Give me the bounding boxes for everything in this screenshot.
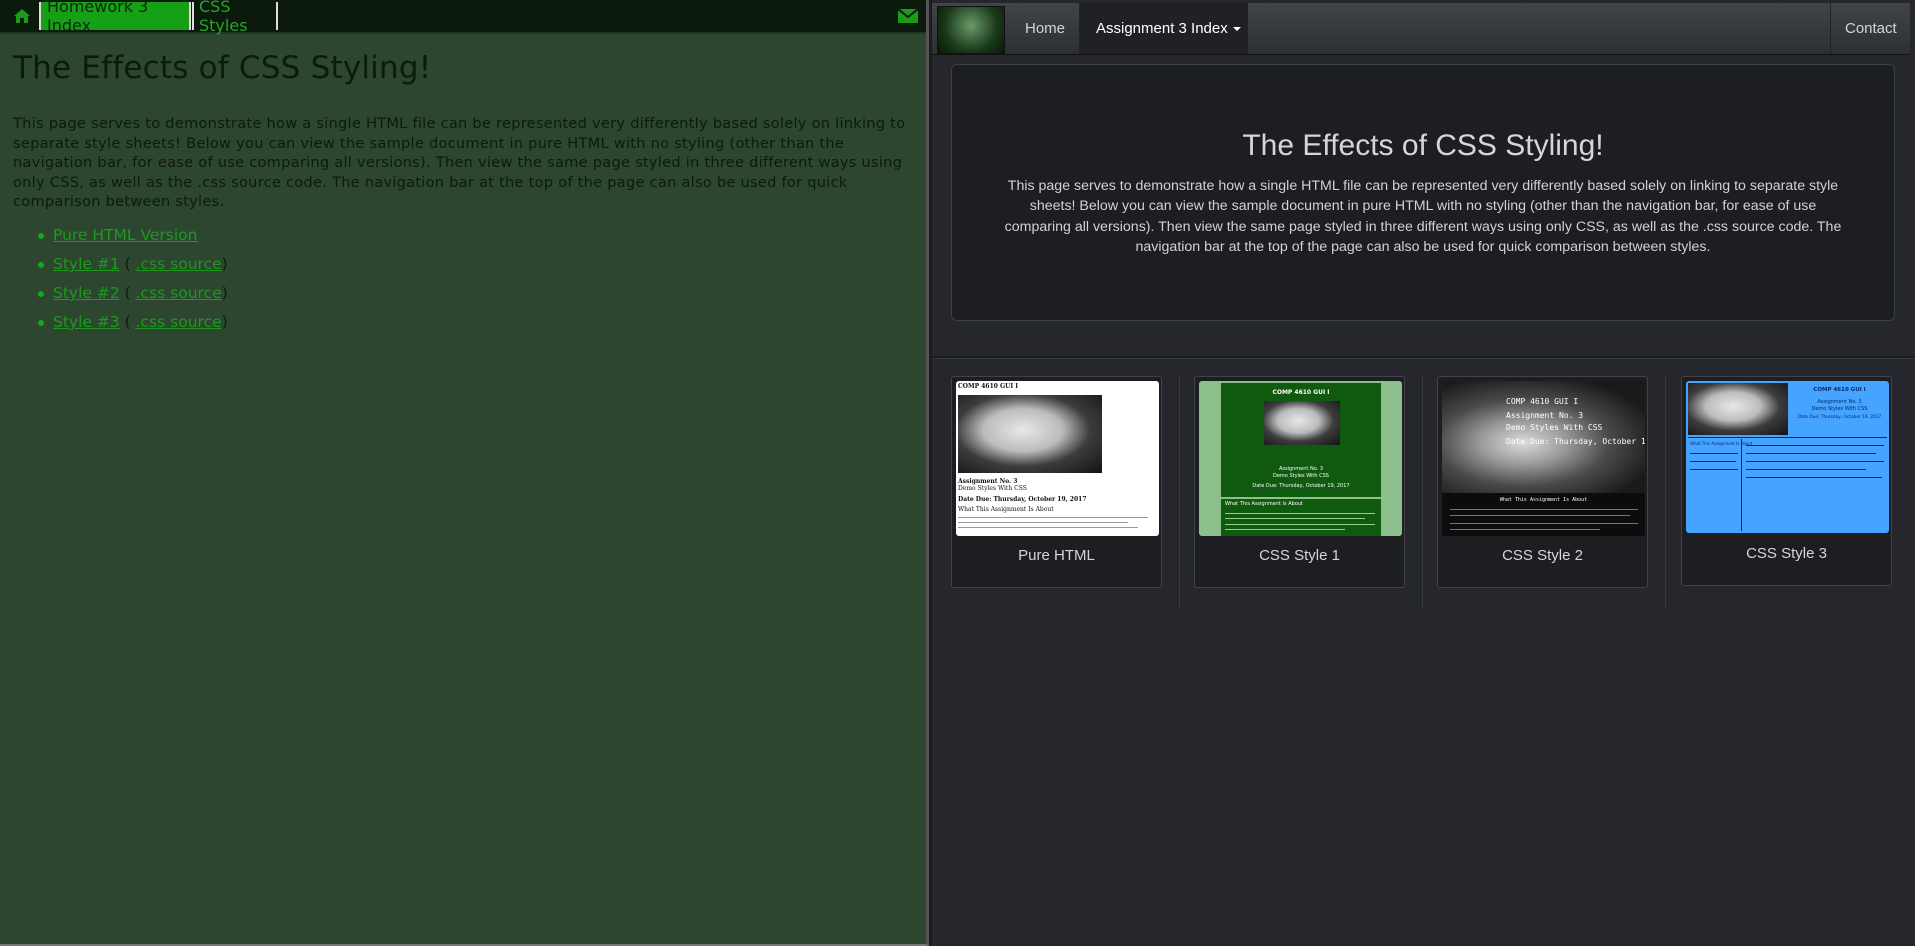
- intro-paragraph: This page serves to demonstrate how a si…: [13, 115, 906, 210]
- mug-image: [1264, 401, 1340, 445]
- text-line: [1450, 529, 1600, 530]
- style-1-source-link[interactable]: .css source: [136, 255, 222, 273]
- style-2-link[interactable]: Style #2: [53, 284, 120, 302]
- card-css-style-3[interactable]: COMP 4610 GUI I Assignment No. 3 Demo St…: [1681, 376, 1892, 586]
- text-line: [1690, 469, 1738, 470]
- thumb-due: Date Due: Thursday, October 19, 2017: [1506, 437, 1645, 446]
- text-line: [1746, 477, 1882, 478]
- text-line: [958, 522, 1128, 523]
- text-line: [1746, 445, 1884, 446]
- thumbnail-css-style-3[interactable]: COMP 4610 GUI I Assignment No. 3 Demo St…: [1686, 381, 1889, 533]
- text-line: [958, 527, 1138, 528]
- card-caption[interactable]: CSS Style 2: [1438, 547, 1647, 564]
- thumb-assignment: Assignment No. 3: [1506, 411, 1584, 420]
- text-line: [1450, 515, 1630, 516]
- thumb-heading: COMP 4610 GUI I: [1813, 387, 1866, 393]
- style-3-source-link[interactable]: .css source: [136, 313, 222, 331]
- intro-paragraph: This page serves to demonstrate how a si…: [1004, 178, 1842, 256]
- style-1-header-block: COMP 4610 GUI I Assignment No. 3 Demo St…: [1221, 383, 1381, 497]
- left-navbar: Homework 3 Index CSS Styles: [0, 0, 926, 35]
- thumb-assignment: Assignment No. 3: [958, 478, 1018, 485]
- text-line: [958, 517, 1148, 518]
- thumb-about: What This Assignment Is About: [1225, 501, 1304, 507]
- pure-html-link[interactable]: Pure HTML Version: [53, 226, 197, 244]
- right-window: Home Assignment 3 Index Contact The Effe…: [932, 0, 1915, 946]
- style-1-link[interactable]: Style #1: [53, 255, 120, 273]
- card-caption[interactable]: CSS Style 3: [1682, 545, 1891, 562]
- thumb-assignment: Assignment No. 3: [1817, 399, 1862, 405]
- nav-home-link[interactable]: Home: [1011, 3, 1071, 54]
- list-item: Pure HTML Version: [13, 222, 228, 251]
- text-line: [1690, 461, 1736, 462]
- thumb-subtitle: Demo Styles With CSS: [1273, 473, 1329, 479]
- bullet-icon: [38, 233, 44, 239]
- divider-line: [1688, 437, 1887, 438]
- text-line: [1690, 453, 1738, 454]
- text-line: [1746, 453, 1876, 454]
- style-3-link[interactable]: Style #3: [53, 313, 120, 331]
- page-title: The Effects of CSS Styling!: [1242, 129, 1604, 162]
- text-line: [1746, 469, 1866, 470]
- divider-line: [1741, 439, 1742, 531]
- nav-assignment-label: Assignment 3 Index: [1096, 20, 1228, 37]
- thumb-assignment: Assignment No. 3: [1278, 466, 1324, 472]
- text-line: [1225, 524, 1375, 525]
- jumbotron: The Effects of CSS Styling! This page se…: [951, 64, 1895, 321]
- list-item: Style #2 ( .css source): [13, 280, 228, 309]
- envelope-icon[interactable]: [896, 2, 920, 30]
- mug-image: [1688, 383, 1788, 435]
- card-caption[interactable]: Pure HTML: [952, 547, 1161, 564]
- text-line: [1225, 513, 1375, 514]
- card-caption[interactable]: CSS Style 1: [1195, 547, 1404, 564]
- mug-image: [958, 395, 1102, 473]
- bullet-icon: [38, 262, 44, 268]
- style-2-source-link[interactable]: .css source: [136, 284, 222, 302]
- thumb-heading: COMP 4610 GUI I: [1506, 397, 1579, 406]
- thumb-subtitle: Demo Styles With CSS: [1506, 423, 1603, 432]
- thumb-due: Date Due: Thursday, October 19, 2017: [1252, 483, 1350, 489]
- page-title: The Effects of CSS Styling!: [13, 50, 432, 86]
- nav-assignment-dropdown[interactable]: Assignment 3 Index: [1079, 3, 1248, 54]
- text-line: [1450, 523, 1638, 524]
- right-navbar: Home Assignment 3 Index Contact: [932, 3, 1910, 55]
- text-line: [1225, 518, 1365, 519]
- thumb-subtitle: Demo Styles With CSS: [1811, 406, 1868, 412]
- thumbnail-pure-html[interactable]: COMP 4610 GUI I Assignment No. 3 Demo St…: [956, 381, 1159, 536]
- column-separator: [1665, 376, 1666, 608]
- list-item: Style #3 ( .css source): [13, 309, 228, 338]
- nav-contact-link[interactable]: Contact: [1830, 3, 1910, 54]
- style-1-body-block: What This Assignment Is About: [1221, 499, 1381, 536]
- card-pure-html[interactable]: COMP 4610 GUI I Assignment No. 3 Demo St…: [951, 376, 1162, 588]
- thumb-about: What This Assignment Is About: [958, 506, 1054, 513]
- thumb-about: What This Assignment Is About: [1499, 497, 1588, 503]
- thumb-heading: COMP 4610 GUI I: [958, 383, 1019, 390]
- bullet-icon: [38, 320, 44, 326]
- thumbnail-css-style-2[interactable]: COMP 4610 GUI I Assignment No. 3 Demo St…: [1442, 381, 1645, 536]
- thumb-about: What This Assignment Is About: [1690, 441, 1753, 446]
- thumb-due: Date Due: Thursday, October 19, 2017: [1797, 415, 1882, 420]
- list-item: Style #1 ( .css source): [13, 251, 228, 280]
- thumb-heading: COMP 4610 GUI I: [1272, 389, 1330, 396]
- card-css-style-1[interactable]: COMP 4610 GUI I Assignment No. 3 Demo St…: [1194, 376, 1405, 588]
- text-line: [1746, 461, 1884, 462]
- section-divider: [932, 356, 1915, 359]
- tab-css-styles[interactable]: CSS Styles: [192, 0, 278, 35]
- caret-down-icon: [1232, 26, 1241, 31]
- home-icon[interactable]: [8, 2, 36, 30]
- thumbnail-css-style-1[interactable]: COMP 4610 GUI I Assignment No. 3 Demo St…: [1199, 381, 1402, 536]
- tab-homework-3-index[interactable]: Homework 3 Index: [39, 0, 191, 35]
- thumb-subtitle: Demo Styles With CSS: [958, 485, 1027, 492]
- column-separator: [1422, 376, 1423, 608]
- text-line: [1225, 529, 1345, 530]
- column-separator: [1179, 376, 1180, 608]
- bullet-icon: [38, 291, 44, 297]
- text-line: [1450, 509, 1638, 510]
- site-logo[interactable]: [937, 6, 1005, 54]
- thumb-due: Date Due: Thursday, October 19, 2017: [958, 496, 1087, 503]
- card-css-style-2[interactable]: COMP 4610 GUI I Assignment No. 3 Demo St…: [1437, 376, 1648, 588]
- style-link-list: Pure HTML Version Style #1 ( .css source…: [13, 222, 228, 338]
- left-window: Homework 3 Index CSS Styles The Effects …: [0, 0, 929, 946]
